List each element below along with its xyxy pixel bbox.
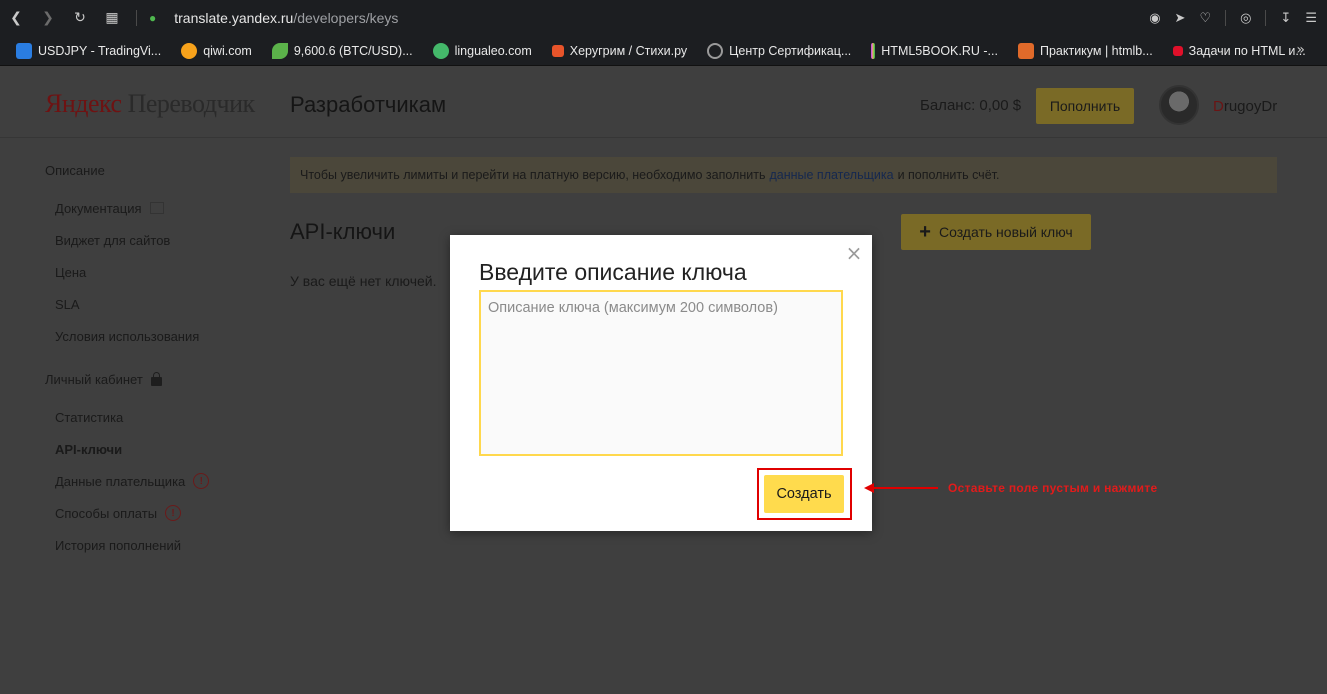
- site-logo[interactable]: Яндекс Переводчик: [45, 89, 255, 119]
- sidebar-item-documentation[interactable]: Документация: [55, 192, 209, 224]
- username-rest: rugoyDr: [1223, 98, 1278, 115]
- download-icon[interactable]: ↧: [1280, 11, 1291, 26]
- bookmark-favicon-icon: [181, 42, 198, 59]
- topup-button[interactable]: Пополнить: [1036, 88, 1134, 124]
- sidebar-group-label: Личный кабинет: [45, 372, 143, 387]
- bookmark-label: lingualeo.com: [454, 43, 532, 58]
- menu-icon[interactable]: ☰: [1305, 11, 1317, 26]
- payer-data-link[interactable]: данные плательщика: [769, 168, 893, 182]
- bookmark-label: USDJPY - TradingVi...: [38, 43, 162, 58]
- bookmark-item[interactable]: qiwi.com: [181, 42, 252, 59]
- speed-dial-icon[interactable]: ▦: [96, 0, 128, 36]
- sidebar-item-label: Документация: [55, 200, 142, 216]
- bookmark-item[interactable]: Центр Сертификац...: [707, 42, 852, 59]
- sidebar-group-description[interactable]: Описание: [45, 163, 209, 178]
- sidebar-item-terms[interactable]: Условия использования: [55, 320, 209, 352]
- forward-icon[interactable]: ❯: [32, 0, 64, 36]
- bookmark-item[interactable]: USDJPY - TradingVi...: [16, 42, 162, 59]
- bookmark-item[interactable]: 9,600.6 (BTC/USD)...: [271, 42, 413, 59]
- lock-icon: ●: [149, 11, 157, 25]
- notice-text: и пополнить счёт.: [897, 168, 1000, 182]
- bookmark-label: Херугрим / Стихи.ру: [569, 43, 688, 58]
- bookmark-item[interactable]: HTML5BOOK.RU -...: [871, 42, 998, 59]
- info-notice: Чтобы увеличить лимиты и перейти на плат…: [290, 157, 1277, 193]
- sidebar-item-history[interactable]: История пополнений: [55, 529, 209, 561]
- bookmark-label: HTML5BOOK.RU -...: [881, 43, 998, 58]
- warning-icon: !: [165, 505, 182, 521]
- send-icon[interactable]: ➤: [1175, 11, 1186, 26]
- section-title: API-ключи: [290, 219, 396, 244]
- annotation-arrow: Оставьте поле пустым и нажмите: [864, 480, 1157, 496]
- external-link-icon: [149, 202, 164, 214]
- sidebar-item-sla[interactable]: SLA: [55, 288, 209, 320]
- plus-icon: +: [919, 221, 931, 243]
- sidebar-item-widget[interactable]: Виджет для сайтов: [55, 224, 209, 256]
- close-icon[interactable]: ×: [844, 243, 864, 263]
- bookmark-favicon-icon: [707, 42, 724, 59]
- sidebar-group-account[interactable]: Личный кабинет: [45, 372, 209, 387]
- create-key-button[interactable]: + Создать новый ключ: [901, 214, 1091, 250]
- bookmark-label: 9,600.6 (BTC/USD)...: [293, 43, 413, 58]
- bookmark-item[interactable]: Практикум | htmlb...: [1017, 42, 1153, 59]
- sidebar-item-price[interactable]: Цена: [55, 256, 209, 288]
- bookmark-favicon-icon: [432, 42, 449, 59]
- browser-toolbar-icons: ◉ ➤ ♡ ◎ ↧ ☰: [1149, 0, 1317, 36]
- sidebar: Описание Документация Виджет для сайтов …: [45, 163, 210, 561]
- bookmark-label: qiwi.com: [203, 43, 252, 58]
- bookmark-item[interactable]: Задачи по HTML и...: [1172, 43, 1306, 58]
- lock-icon: [150, 372, 162, 386]
- bookmark-favicon-icon: [271, 42, 288, 59]
- logo-product: Переводчик: [121, 89, 256, 118]
- divider: [136, 10, 137, 26]
- url-path: /developers/keys: [293, 10, 399, 26]
- site-header: Яндекс Переводчик Разработчикам Баланс: …: [0, 67, 1327, 138]
- sidebar-item-payer-data[interactable]: Данные плательщика!: [55, 465, 210, 497]
- arrow-head-icon: [864, 483, 874, 493]
- create-key-label: Создать новый ключ: [938, 224, 1073, 240]
- create-button[interactable]: Создать: [764, 475, 844, 513]
- notice-text: Чтобы увеличить лимиты и перейти на плат…: [300, 168, 766, 182]
- bookmark-favicon-icon: [871, 42, 876, 59]
- camera-icon[interactable]: ◉: [1149, 11, 1160, 26]
- heart-icon[interactable]: ♡: [1199, 11, 1211, 26]
- divider: [1225, 10, 1227, 26]
- bookmark-favicon-icon: [1172, 45, 1183, 56]
- arrow-line: [874, 487, 938, 489]
- bookmark-favicon-icon: [551, 44, 564, 57]
- username-initial: D: [1213, 98, 1224, 115]
- username[interactable]: DrugoyDr: [1213, 98, 1277, 115]
- warning-icon: !: [193, 473, 210, 489]
- balance-text: Баланс: 0,00 $: [920, 97, 1022, 114]
- back-icon[interactable]: ❮: [0, 0, 32, 36]
- bookmark-label: Задачи по HTML и...: [1188, 43, 1306, 58]
- sidebar-item-api-keys[interactable]: API-ключи: [55, 433, 209, 465]
- reload-icon[interactable]: ↻: [64, 0, 96, 36]
- key-description-input[interactable]: [479, 290, 843, 456]
- empty-state-text: У вас ещё нет ключей.: [290, 273, 437, 289]
- sidebar-item-payment-methods[interactable]: Способы оплаты!: [55, 497, 209, 529]
- globe-icon[interactable]: ◎: [1240, 11, 1251, 26]
- url-field[interactable]: ● translate.yandex.ru/developers/keys: [145, 10, 398, 26]
- annotation-text: Оставьте поле пустым и нажмите: [948, 481, 1158, 495]
- bookmark-label: Практикум | htmlb...: [1039, 43, 1153, 58]
- avatar[interactable]: [1159, 85, 1199, 125]
- bookmark-item[interactable]: Херугрим / Стихи.ру: [551, 43, 688, 58]
- logo-brand: Яндекс: [45, 89, 122, 118]
- bookmarks-more-icon[interactable]: »: [1296, 42, 1305, 58]
- bookmark-favicon-icon: [16, 42, 32, 59]
- dialog-title: Введите описание ключа: [479, 259, 747, 285]
- sidebar-item-label: Данные плательщика: [55, 473, 186, 489]
- browser-address-bar: ❮ ❯ ↻ ▦ ● translate.yandex.ru/developers…: [0, 0, 1327, 36]
- url-host: translate.yandex.ru: [174, 10, 294, 26]
- sidebar-item-label: Способы оплаты: [55, 505, 158, 521]
- bookmark-label: Центр Сертификац...: [729, 43, 852, 58]
- bookmark-item[interactable]: lingualeo.com: [432, 42, 532, 59]
- bookmark-favicon-icon: [1017, 42, 1034, 59]
- key-description-dialog: × Введите описание ключа Создать: [450, 235, 872, 531]
- divider: [1265, 10, 1267, 26]
- sidebar-item-statistics[interactable]: Статистика: [55, 401, 209, 433]
- page-title: Разработчикам: [290, 92, 447, 117]
- bookmarks-bar: USDJPY - TradingVi... qiwi.com 9,600.6 (…: [0, 36, 1327, 66]
